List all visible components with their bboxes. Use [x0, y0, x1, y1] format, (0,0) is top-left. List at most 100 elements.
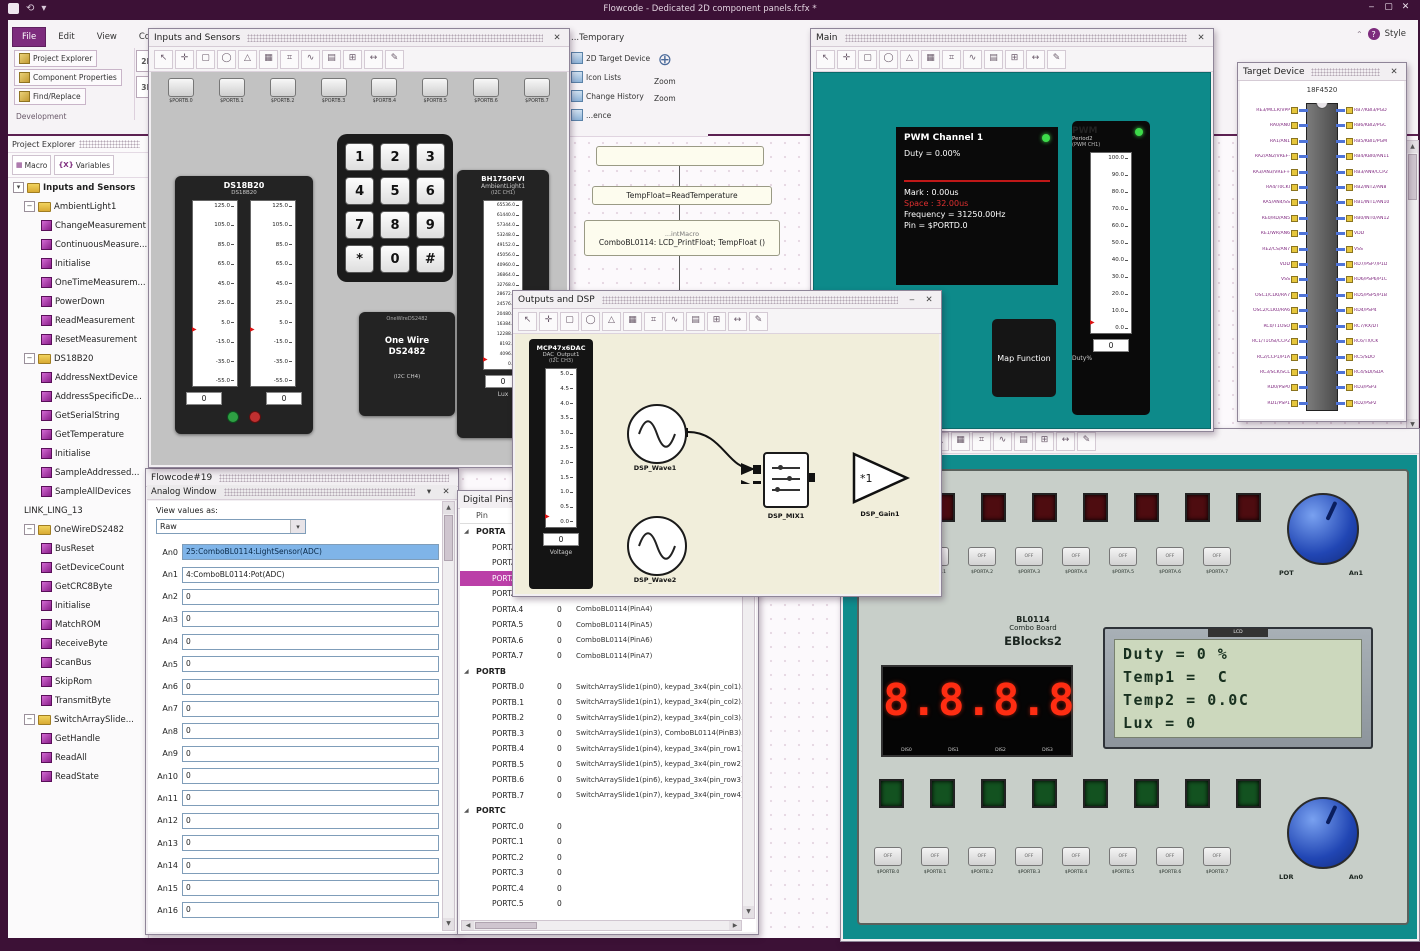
scroll-up-icon[interactable]: ▲ — [443, 502, 454, 514]
toolbar-icon[interactable]: ▤ — [984, 49, 1003, 69]
port-push-button[interactable]: OFF — [1109, 847, 1137, 866]
tree-item[interactable]: GetSerialString — [8, 406, 148, 425]
tree-item[interactable]: PowerDown — [8, 292, 148, 311]
slider-marker[interactable]: ▶ — [545, 514, 550, 520]
scrollbar-thumb[interactable] — [444, 515, 453, 561]
tree-item[interactable]: GetTemperature — [8, 425, 148, 444]
dsp-gain[interactable]: *1 — [851, 448, 911, 508]
analog-value-field[interactable]: 0 — [182, 656, 439, 673]
ribbon-tab[interactable]: View — [87, 27, 127, 47]
view-menu-item[interactable]: Icon Lists — [571, 71, 650, 83]
ldr-knob[interactable] — [1287, 797, 1359, 869]
toolbar-icon[interactable]: ▤ — [686, 311, 705, 331]
zoom-label[interactable]: Zoom — [654, 77, 676, 86]
group-expander-icon[interactable]: ◢ — [464, 528, 473, 535]
component-properties-button[interactable]: Component Properties — [14, 69, 122, 86]
tree-item[interactable]: SampleAddressed... — [8, 463, 148, 482]
close-icon[interactable]: ✕ — [922, 295, 936, 305]
find-replace-button[interactable]: Find/Replace — [14, 88, 86, 105]
switch-button[interactable] — [218, 78, 245, 97]
help-icon[interactable]: ? — [1367, 28, 1380, 40]
analog-value-field[interactable]: 0 — [182, 745, 439, 762]
project-explorer-button[interactable]: Project Explorer — [14, 50, 98, 67]
toolbar-icon[interactable]: ◯ — [581, 311, 600, 331]
port-push-button[interactable]: OFF — [1203, 847, 1231, 866]
port-push-button[interactable]: OFF — [874, 847, 902, 866]
toolbar-icon[interactable]: ◯ — [879, 49, 898, 69]
digital-pin-row[interactable]: PORTA.5 0 ComboBL0114(PinA5) — [460, 617, 756, 633]
toolbar-icon[interactable]: ✛ — [539, 311, 558, 331]
maximize-button[interactable]: ▢ — [1380, 2, 1397, 12]
switch-button[interactable] — [320, 78, 347, 97]
collapse-ribbon-icon[interactable]: ⌃ — [1356, 30, 1363, 39]
toolbar-icon[interactable]: ▢ — [196, 49, 215, 69]
digital-pin-row[interactable]: PORTA.7 0 ComboBL0114(PinA7) — [460, 648, 756, 664]
port-push-button[interactable]: OFF — [1015, 547, 1043, 566]
tree-item[interactable]: ReadState — [8, 767, 148, 786]
analog-value-field[interactable]: 0 — [182, 812, 439, 829]
digital-pin-row[interactable]: PORTB.4 0 SwitchArraySlide1(pin4), keypa… — [460, 741, 756, 757]
toolbar-icon[interactable]: ▢ — [560, 311, 579, 331]
toolbar-icon[interactable]: ✛ — [175, 49, 194, 69]
digital-pin-row[interactable]: PORTC.3 0 — [460, 865, 756, 881]
switch-button[interactable] — [269, 78, 296, 97]
analog-value-field[interactable]: 0 — [182, 678, 439, 695]
analog-vertical-scrollbar[interactable]: ▲ ▼ — [442, 501, 455, 931]
port-push-button[interactable]: OFF — [1109, 547, 1137, 566]
close-icon[interactable]: ✕ — [439, 487, 453, 497]
digital-pin-row[interactable]: PORTC.2 0 — [460, 850, 756, 866]
keypad-key[interactable]: 4 — [345, 177, 375, 205]
switch-button[interactable] — [473, 78, 500, 97]
tree-item[interactable]: ▾ Inputs and Sensors — [8, 178, 148, 197]
zoom-icon[interactable]: ⊕ — [658, 52, 672, 69]
keypad-key[interactable]: 9 — [415, 211, 445, 239]
keypad-key[interactable]: 3 — [415, 143, 445, 171]
keypad-key[interactable]: 8 — [380, 211, 410, 239]
close-icon[interactable]: ✕ — [1194, 33, 1208, 43]
scrollbar-thumb[interactable] — [475, 922, 537, 929]
tree-item[interactable]: ScanBus — [8, 653, 148, 672]
flowchart-component-macro-box[interactable]: ...intMacro ComboBL0114: LCD_PrintFloat;… — [584, 220, 780, 256]
toolbar-icon[interactable]: ↖ — [154, 49, 173, 69]
digital-pin-row[interactable]: PORTB.0 0 SwitchArraySlide1(pin0), keypa… — [460, 679, 756, 695]
analog-value-field[interactable]: 0 — [182, 835, 439, 852]
keypad-key[interactable]: 1 — [345, 143, 375, 171]
toolbar-icon[interactable]: ∿ — [301, 49, 320, 69]
toolbar-icon[interactable]: ∿ — [665, 311, 684, 331]
toolbar-icon[interactable]: ↔ — [1056, 431, 1075, 451]
tree-item[interactable]: MatchROM — [8, 615, 148, 634]
view-menu-item[interactable]: ...ence — [571, 109, 650, 121]
window-titlebar[interactable]: Inputs and Sensors ✕ — [149, 29, 569, 47]
scroll-left-icon[interactable]: ◀ — [462, 921, 474, 930]
chevron-down-icon[interactable]: ▾ — [290, 520, 305, 533]
toolbar-icon[interactable]: ⊞ — [1005, 49, 1024, 69]
analog-value-field[interactable]: 0 — [182, 723, 439, 740]
keypad-key[interactable]: * — [345, 245, 375, 273]
flowchart-box[interactable] — [596, 146, 764, 166]
ribbon-tab[interactable]: Edit — [48, 27, 84, 47]
style-menu[interactable]: Style — [1385, 29, 1406, 39]
toolbar-icon[interactable]: ↔ — [728, 311, 747, 331]
tree-item[interactable]: − DS18B20 — [8, 349, 148, 368]
slide-switch[interactable]: $PORTB.3 — [314, 78, 354, 104]
dsp-mixer[interactable] — [763, 452, 809, 508]
tree-item[interactable]: TransmitByte — [8, 691, 148, 710]
zoom-label[interactable]: Zoom — [654, 94, 676, 103]
toolbar-icon[interactable]: ✎ — [749, 311, 768, 331]
thermometer-scale[interactable]: 125.0 105.0 85.0 65.0 45.0 25.0 5.0 -15.0 -35.0-… — [192, 200, 238, 387]
toolbar-icon[interactable]: ✎ — [385, 49, 404, 69]
toolbar-icon[interactable]: ▤ — [322, 49, 341, 69]
slide-switch[interactable]: $PORTB.2 — [263, 78, 303, 104]
view-menu-item[interactable]: Change History — [571, 90, 650, 102]
toolbar-icon[interactable]: ▦ — [259, 49, 278, 69]
toolbar-icon[interactable]: △ — [602, 311, 621, 331]
toolbar-icon[interactable]: ▦ — [951, 431, 970, 451]
ribbon-tab[interactable]: File — [12, 27, 47, 47]
group-expander-icon[interactable]: ◢ — [464, 668, 473, 675]
switch-button[interactable] — [523, 78, 550, 97]
view-menu-item[interactable]: 2D Target Device — [571, 52, 650, 64]
tree-item[interactable]: − OneWireDS2482 — [8, 520, 148, 539]
tree-item[interactable]: − SwitchArraySlide... — [8, 710, 148, 729]
toolbar-icon[interactable]: ⊞ — [1035, 431, 1054, 451]
toolbar-icon[interactable]: ⌗ — [644, 311, 663, 331]
